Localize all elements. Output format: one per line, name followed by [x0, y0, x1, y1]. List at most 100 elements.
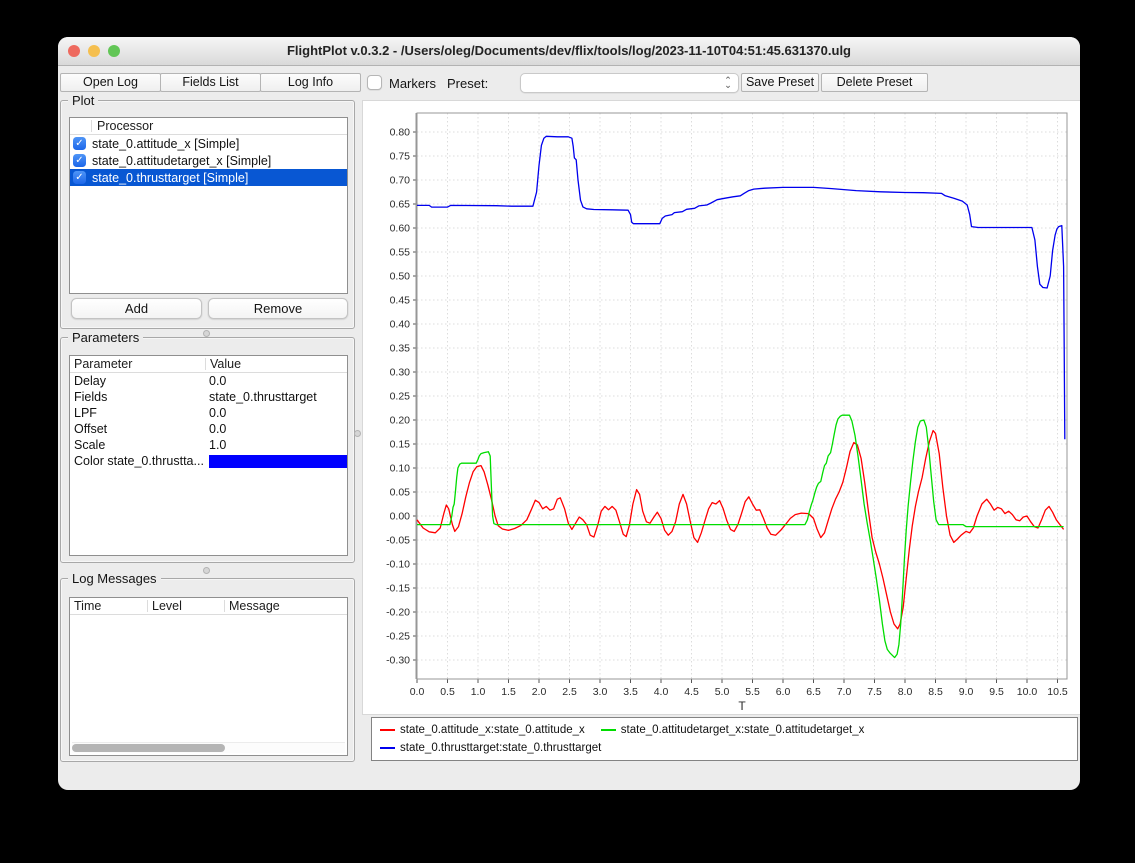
log-messages-panel: Log Messages Time Level Message — [60, 578, 355, 762]
svg-text:0.70: 0.70 — [390, 175, 411, 187]
parameters-panel: Parameters Parameter Value Delay0.0Field… — [60, 337, 355, 563]
parameter-value[interactable]: 1.0 — [205, 437, 347, 453]
svg-text:0.05: 0.05 — [390, 487, 411, 499]
processor-column-header[interactable]: Processor — [70, 118, 347, 135]
parameter-name: Offset — [70, 421, 205, 437]
svg-text:5.5: 5.5 — [745, 686, 760, 698]
splitter-handle[interactable] — [203, 330, 210, 337]
list-item[interactable]: ✓state_0.thrusttarget [Simple] — [70, 169, 347, 186]
list-item[interactable]: ✓ state_0.attitude_x [Simple] — [70, 135, 347, 152]
svg-text:4.0: 4.0 — [654, 686, 669, 698]
svg-text:9.5: 9.5 — [989, 686, 1004, 698]
scrollbar-thumb[interactable] — [72, 744, 225, 752]
svg-text:0.45: 0.45 — [390, 295, 411, 307]
svg-text:7.5: 7.5 — [867, 686, 882, 698]
table-row[interactable]: LPF0.0 — [70, 405, 347, 421]
chart-svg[interactable]: 0.00.51.01.52.02.53.03.54.04.55.05.56.06… — [362, 100, 1080, 715]
preset-label: Preset: — [447, 76, 488, 91]
svg-text:0.75: 0.75 — [390, 151, 411, 163]
svg-text:-0.30: -0.30 — [386, 655, 410, 667]
svg-text:0.35: 0.35 — [390, 343, 411, 355]
legend-line-swatch — [601, 729, 616, 731]
legend-line-swatch — [380, 729, 395, 731]
plot-panel: Plot Processor ✓state_0.attitude_x [Simp… — [60, 100, 355, 329]
log-col-time[interactable]: Time — [70, 600, 147, 612]
log-messages-table[interactable]: Time Level Message — [69, 597, 348, 756]
chart-legend: state_0.attitude_x:state_0.attitude_xsta… — [371, 717, 1078, 761]
log-col-level[interactable]: Level — [147, 600, 224, 612]
open-log-button[interactable]: Open Log — [60, 73, 161, 92]
svg-text:2.5: 2.5 — [562, 686, 577, 698]
checkbox-icon[interactable]: ✓ — [73, 137, 86, 150]
chevron-up-down-icon[interactable]: ⌃⌄ — [721, 74, 735, 92]
legend-entry: state_0.thrusttarget:state_0.thrusttarge… — [380, 739, 601, 757]
log-messages-title: Log Messages — [68, 571, 161, 586]
list-item[interactable]: ✓state_0.attitudetarget_x [Simple] — [70, 152, 347, 169]
table-row-color[interactable]: Color state_0.thrustta... — [70, 453, 347, 469]
add-button[interactable]: Add — [71, 298, 202, 319]
svg-text:0.55: 0.55 — [390, 247, 411, 259]
parameter-value[interactable]: 0.0 — [205, 373, 347, 389]
table-row[interactable]: Fieldsstate_0.thrusttarget — [70, 389, 347, 405]
parameters-col-parameter[interactable]: Parameter — [70, 358, 205, 370]
zoom-button[interactable] — [108, 45, 120, 57]
table-row[interactable]: Delay0.0 — [70, 373, 347, 389]
log-info-button[interactable]: Log Info — [260, 73, 361, 92]
table-row[interactable]: Scale1.0 — [70, 437, 347, 453]
close-button[interactable] — [68, 45, 80, 57]
svg-text:8.0: 8.0 — [898, 686, 913, 698]
save-preset-button[interactable]: Save Preset — [741, 73, 819, 92]
svg-text:3.0: 3.0 — [593, 686, 608, 698]
svg-text:3.5: 3.5 — [623, 686, 638, 698]
legend-label: state_0.attitudetarget_x:state_0.attitud… — [621, 724, 865, 736]
minimize-button[interactable] — [88, 45, 100, 57]
parameter-name: Scale — [70, 437, 205, 453]
legend-entry: state_0.attitudetarget_x:state_0.attitud… — [601, 721, 865, 739]
svg-text:2.0: 2.0 — [532, 686, 547, 698]
fields-list-button[interactable]: Fields List — [160, 73, 261, 92]
checkbox-icon[interactable]: ✓ — [73, 154, 86, 167]
parameters-table[interactable]: Parameter Value Delay0.0Fieldsstate_0.th… — [69, 355, 348, 556]
svg-text:0.00: 0.00 — [390, 511, 411, 523]
parameters-col-value[interactable]: Value — [205, 358, 347, 370]
svg-text:1.5: 1.5 — [501, 686, 516, 698]
legend-line-swatch — [380, 747, 395, 749]
horizontal-scrollbar[interactable] — [72, 742, 345, 753]
svg-text:0.0: 0.0 — [410, 686, 425, 698]
table-row[interactable]: Offset0.0 — [70, 421, 347, 437]
parameter-name: LPF — [70, 405, 205, 421]
svg-text:0.5: 0.5 — [440, 686, 455, 698]
splitter-handle[interactable] — [354, 430, 361, 437]
processor-list-body: ✓ state_0.attitude_x [Simple]✓state_0.att… — [70, 135, 347, 186]
remove-button[interactable]: Remove — [208, 298, 348, 319]
desktop: { "titlebar": { "title": "FlightPlot v.0… — [0, 0, 1135, 863]
svg-text:0.30: 0.30 — [390, 367, 411, 379]
log-col-message[interactable]: Message — [224, 600, 347, 612]
splitter-handle[interactable] — [203, 567, 210, 574]
preset-combobox[interactable]: ⌃⌄ — [520, 73, 739, 93]
parameter-value[interactable]: 0.0 — [205, 421, 347, 437]
list-item-label: state_0.attitude_x [Simple] — [92, 137, 239, 151]
svg-text:4.5: 4.5 — [684, 686, 699, 698]
parameters-table-body: Delay0.0Fieldsstate_0.thrusttargetLPF0.0… — [70, 373, 347, 469]
legend-label: state_0.attitude_x:state_0.attitude_x — [400, 724, 585, 736]
svg-text:-0.10: -0.10 — [386, 559, 410, 571]
parameter-value[interactable]: state_0.thrusttarget — [205, 389, 347, 405]
checkbox-icon[interactable]: ✓ — [73, 171, 86, 184]
title-bar[interactable]: FlightPlot v.0.3.2 - /Users/oleg/Documen… — [58, 37, 1080, 66]
delete-preset-button[interactable]: Delete Preset — [821, 73, 928, 92]
svg-text:10.5: 10.5 — [1047, 686, 1068, 698]
svg-text:T: T — [738, 699, 746, 713]
svg-text:0.60: 0.60 — [390, 223, 411, 235]
processor-list[interactable]: Processor ✓state_0.attitude_x [Simple]✓s… — [69, 117, 348, 294]
svg-text:5.0: 5.0 — [715, 686, 730, 698]
svg-text:0.50: 0.50 — [390, 271, 411, 283]
parameter-value[interactable]: 0.0 — [205, 405, 347, 421]
svg-text:0.65: 0.65 — [390, 199, 411, 211]
svg-text:9.0: 9.0 — [959, 686, 974, 698]
flightplot-window: FlightPlot v.0.3.2 - /Users/oleg/Documen… — [58, 37, 1080, 790]
markers-checkbox[interactable] — [367, 75, 382, 90]
svg-text:8.5: 8.5 — [928, 686, 943, 698]
color-swatch[interactable] — [209, 455, 347, 468]
series-state_0.attitude_x:state_0.attitude_x — [417, 431, 1064, 629]
